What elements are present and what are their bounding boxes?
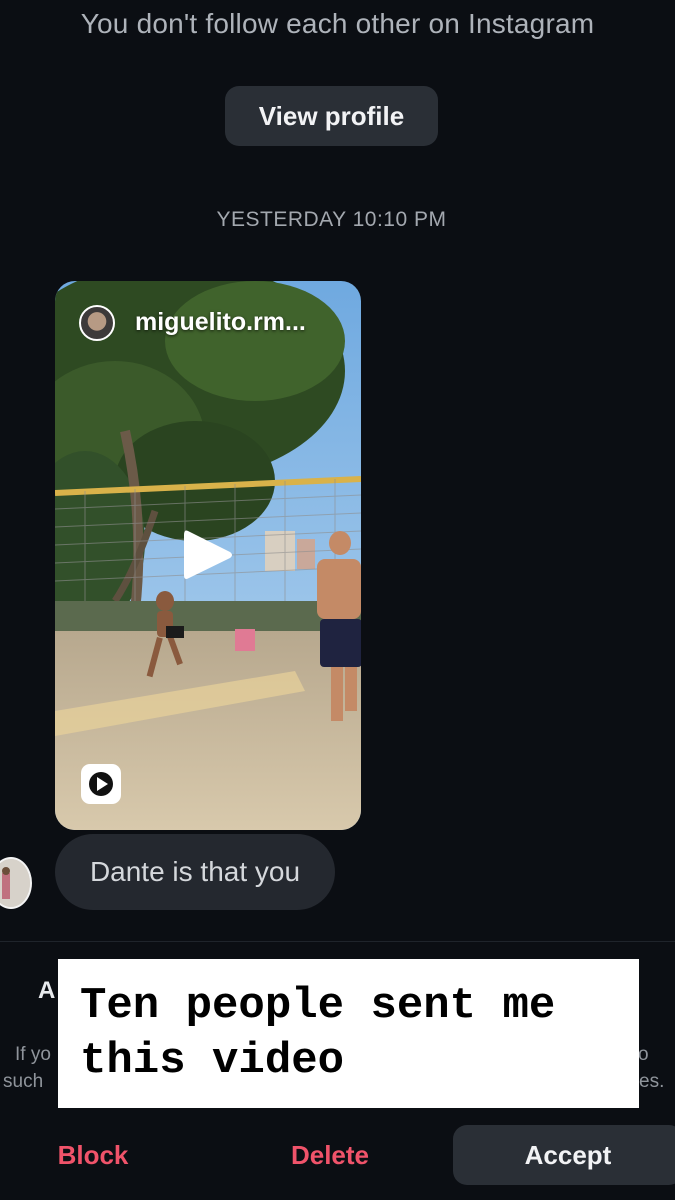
message-timestamp: YESTERDAY 10:10 PM (216, 208, 447, 231)
request-text-fragment: If yo (15, 1044, 51, 1065)
caption-overlay: Ten people sent me this video (58, 959, 639, 1108)
caption-text: Ten people sent me this video (80, 981, 582, 1086)
play-icon[interactable] (180, 527, 234, 583)
delete-button[interactable]: Delete (260, 1125, 400, 1185)
request-title-fragment: A (38, 977, 56, 1004)
message-bubble[interactable]: Dante is that you (55, 834, 335, 910)
divider (0, 941, 675, 942)
view-profile-button[interactable]: View profile (225, 86, 438, 146)
sender-avatar[interactable] (0, 857, 32, 909)
reel-icon (81, 764, 121, 804)
accept-button[interactable]: Accept (453, 1125, 675, 1185)
request-text-fragment: es. (639, 1071, 665, 1092)
follow-status-text: You don't follow each other on Instagram (80, 8, 595, 39)
reel-author-name[interactable]: miguelito.rm... (135, 308, 306, 337)
shared-reel-card[interactable]: miguelito.rm... (55, 281, 361, 830)
request-text-fragment: such (3, 1071, 44, 1092)
reel-author-avatar[interactable] (79, 305, 115, 341)
block-button[interactable]: Block (30, 1125, 156, 1185)
